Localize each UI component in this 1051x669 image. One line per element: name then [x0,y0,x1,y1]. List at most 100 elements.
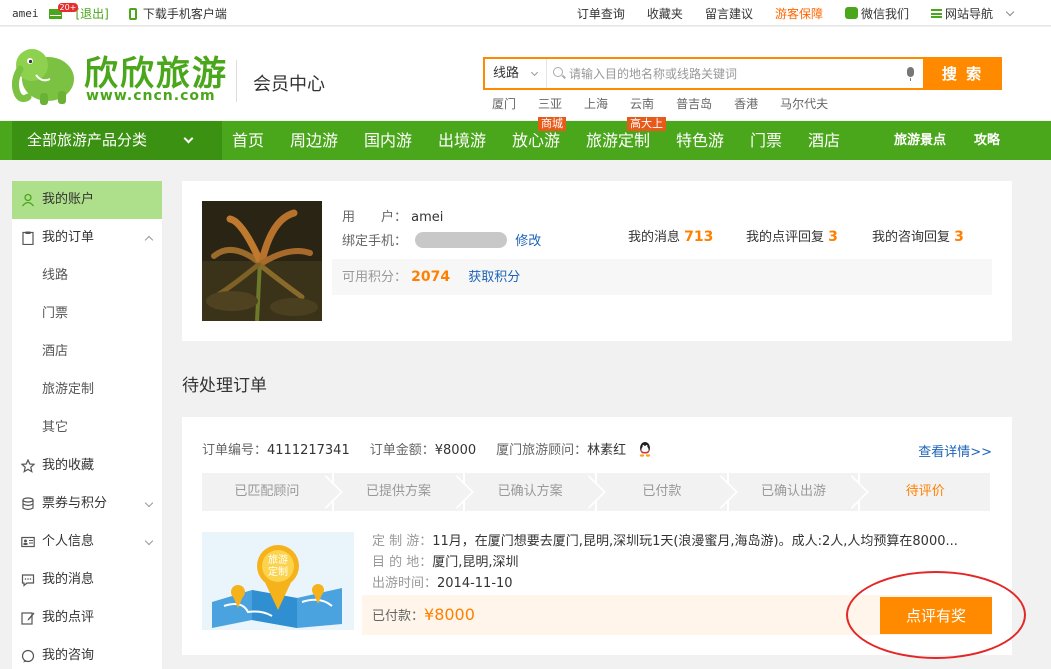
nav-outbound[interactable]: 出境游 [438,121,486,160]
view-details-link[interactable]: 查看详情>> [918,441,992,460]
favorites-link[interactable]: 收藏夹 [647,5,683,22]
sidebar-item-coupons-points[interactable]: 票券与积分 [12,485,162,523]
search-button[interactable]: 搜 索 [923,57,1002,90]
nav-hotels[interactable]: 酒店 [808,121,840,160]
sidebar-item-label: 个人信息 [42,534,95,549]
chevron-down-icon [144,498,154,508]
points-label: 可用积分： [342,270,408,285]
search-input[interactable] [569,63,899,84]
review-replies-count: 3 [828,229,838,245]
logout-link[interactable]: [退出] [76,5,109,22]
sidebar-item-orders[interactable]: 我的订单 [12,219,162,257]
custom-travel-map-image: 旅游 定制 [202,532,354,630]
wechat-link[interactable]: 微信我们 [844,5,909,22]
chevron-down-icon [183,133,194,144]
order-header: 订单编号：4111217341 订单金额：¥8000 厦门旅游顾问：林素红 [202,439,652,458]
mail-icon[interactable]: 20+ [48,2,79,19]
phone-icon [128,7,137,20]
nav-domestic[interactable]: 国内游 [364,121,412,160]
step-trip-confirmed: 已确认出游 [728,473,859,511]
hot-city[interactable]: 上海 [584,95,608,112]
search-type-select[interactable]: 线路 [485,59,547,88]
sidebar-subitem-other[interactable]: 其它 [12,409,162,447]
sidebar-item-messages[interactable]: 我的消息 [12,561,162,599]
nav-guides[interactable]: 攻略 [974,121,1000,160]
feedback-link[interactable]: 留言建议 [705,5,753,22]
all-categories-menu[interactable]: 全部旅游产品分类 [12,121,222,160]
elephant-logo-icon [12,49,74,105]
travel-date-value: 2014-11-10 [437,576,513,591]
sidebar-item-favorites[interactable]: 我的收藏 [12,447,162,485]
order-query-link[interactable]: 订单查询 [577,5,625,22]
download-app-link[interactable]: 下载手机客户端 [143,5,227,22]
edit-icon [21,612,35,625]
consult-replies-stat[interactable]: 我的咨询回复 3 [872,226,964,245]
hot-city[interactable]: 三亚 [538,95,562,112]
modify-phone-link[interactable]: 修改 [515,234,541,249]
header: 欣欣旅游 www.cncn.com 会员中心 线路 搜 索 厦门 三亚 上海 云… [0,27,1051,120]
header-divider [236,60,237,102]
hot-city[interactable]: 普吉岛 [676,95,712,112]
hot-city[interactable]: 云南 [630,95,654,112]
custom-trip-text: 11月，在厦门想要去厦门,昆明,深圳玩1天(浪漫蜜月,海岛游)。成人:2人,人均… [432,534,958,549]
username-row: 用 户： amei [342,206,443,225]
mail-badge: 20+ [57,2,79,12]
sidebar-item-reviews[interactable]: 我的点评 [12,599,162,637]
clipboard-icon [22,231,34,245]
masked-phone [415,232,508,248]
tourist-guarantee-link[interactable]: 游客保障 [775,5,823,22]
sidebar: 我的账户 我的订单 线路 门票 酒店 旅游定制 其它 我的收藏 票券与积分 个人… [12,181,162,669]
coins-icon [22,497,34,511]
hot-cities: 厦门 三亚 上海 云南 普吉岛 香港 马尔代夫 [492,95,850,112]
nav-home[interactable]: 首页 [232,121,264,160]
sidebar-subitem-tickets[interactable]: 门票 [12,295,162,333]
map-badge-line1: 旅游 [268,553,288,566]
custom-trip-row: 定 制 游：11月，在厦门想要去厦门,昆明,深圳玩1天(浪漫蜜月,海岛游)。成人… [372,530,958,549]
all-categories-label: 全部旅游产品分类 [27,131,148,149]
top-bar-right: 订单查询 收藏夹 留言建议 游客保障 微信我们 网站导航 [577,5,1015,22]
step-plan-confirmed: 已确认方案 [465,473,596,511]
review-replies-label: 我的点评回复 [746,230,825,245]
sidebar-subitem-hotels[interactable]: 酒店 [12,333,162,371]
sidebar-subitem-custom-travel[interactable]: 旅游定制 [12,371,162,409]
premium-tag: 高大上 [627,117,666,131]
get-points-link[interactable]: 获取积分 [468,270,520,285]
user-icon [21,193,35,207]
pending-orders-title: 待处理订单 [182,376,267,396]
qq-chat-icon[interactable] [638,441,652,457]
sidebar-item-label: 票券与积分 [42,496,108,511]
site-logo[interactable]: 欣欣旅游 www.cncn.com [12,43,238,107]
sidebar-item-personal-info[interactable]: 个人信息 [12,523,162,561]
hot-city[interactable]: 厦门 [492,95,516,112]
review-reward-button[interactable]: 点评有奖 [880,597,992,634]
review-replies-stat[interactable]: 我的点评回复 3 [746,226,838,245]
microphone-icon[interactable] [907,67,914,81]
chat-bubble-icon [21,574,35,587]
messages-label: 我的消息 [628,230,681,245]
site-nav-label: 网站导航 [944,7,993,21]
messages-stat[interactable]: 我的消息 713 [628,226,713,245]
step-matched-advisor: 已匹配顾问 [202,473,332,511]
hot-city[interactable]: 香港 [734,95,758,112]
search-type-label: 线路 [493,66,520,81]
avatar[interactable] [202,201,322,321]
consult-replies-label: 我的咨询回复 [872,230,951,245]
sidebar-item-account[interactable]: 我的账户 [12,181,162,219]
nav-nearby[interactable]: 周边游 [290,121,338,160]
id-card-icon [21,536,35,548]
username-link[interactable]: amei [12,7,39,20]
order-amount: 订单金额：¥8000 [370,439,476,458]
nav-tickets[interactable]: 门票 [750,121,782,160]
phone-label: 绑定手机： [342,234,408,249]
main-nav: 全部旅游产品分类 首页 周边游 国内游 出境游 放心游 商城 旅游定制 高大上 … [0,117,1051,160]
menu-icon [930,9,942,18]
sidebar-item-consultations[interactable]: 我的咨询 [12,637,162,669]
sidebar-item-label: 我的收藏 [42,458,95,473]
hot-city[interactable]: 马尔代夫 [780,95,828,112]
points-value: 2074 [411,269,451,285]
mall-tag: 商城 [538,117,566,131]
site-nav-link[interactable]: 网站导航 [930,5,1015,22]
nav-specialty[interactable]: 特色游 [676,121,724,160]
sidebar-subitem-routes[interactable]: 线路 [12,257,162,295]
nav-attractions[interactable]: 旅游景点 [894,121,946,160]
